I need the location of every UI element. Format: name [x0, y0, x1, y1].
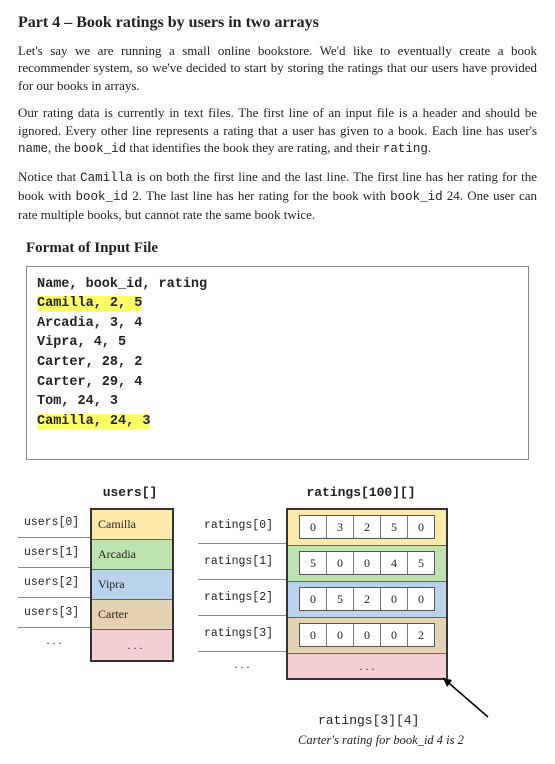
ellipsis: . . .	[198, 652, 286, 676]
users-index: users[0]	[18, 508, 90, 538]
ratings-row: 0 5 2 0 0	[288, 582, 446, 618]
file-line: Camilla, 24, 3	[37, 412, 518, 432]
format-heading: Format of Input File	[26, 238, 537, 258]
ratings-array: 0 3 2 5 0 5 0 0 4 5 0 5	[286, 508, 448, 680]
rating-cell: 2	[354, 588, 381, 610]
inline-code-camilla: Camilla	[80, 171, 133, 185]
highlight: Camilla, 2, 5	[37, 296, 142, 311]
ellipsis: . . .	[92, 630, 172, 660]
ratings-index-labels: ratings[0] ratings[1] ratings[2] ratings…	[198, 508, 286, 676]
intro-para-2: Our rating data is currently in text fil…	[18, 104, 537, 158]
input-file-box: Name, book_id, rating Camilla, 2, 5 Arca…	[26, 266, 529, 461]
file-line: Arcadia, 3, 4	[37, 314, 518, 334]
users-array-title: users[]	[90, 484, 170, 502]
callout-text: Carter's rating for book_id 4 is 2	[298, 732, 464, 749]
ratings-index: ratings[0]	[198, 508, 286, 544]
ratings-index: ratings[2]	[198, 580, 286, 616]
inline-code-rating: rating	[383, 142, 428, 156]
rating-cell: 5	[300, 552, 327, 574]
users-array: Camilla Arcadia Vipra Carter . . .	[90, 508, 174, 662]
rating-cell: 5	[327, 588, 354, 610]
users-index-labels: users[0] users[1] users[2] users[3] . . …	[18, 508, 90, 652]
inline-code-name: name	[18, 142, 48, 156]
inline-code-bookid: book_id	[76, 190, 129, 204]
users-index: users[3]	[18, 598, 90, 628]
file-line: Camilla, 2, 5	[37, 294, 518, 314]
file-line: Vipra, 4, 5	[37, 333, 518, 353]
callout-code: ratings[3][4]	[318, 712, 419, 730]
rating-cell: 4	[381, 552, 408, 574]
file-line-header: Name, book_id, rating	[37, 275, 518, 295]
rating-cell: 2	[408, 624, 434, 646]
page-title: Part 4 – Book ratings by users in two ar…	[18, 12, 537, 34]
rating-cell: 0	[354, 624, 381, 646]
inline-code-bookid: book_id	[390, 190, 443, 204]
ratings-index: ratings[1]	[198, 544, 286, 580]
highlight: Camilla, 24, 3	[37, 414, 150, 429]
rating-cell: 0	[408, 516, 434, 538]
text: Notice that	[18, 169, 80, 184]
rating-cell: 0	[300, 624, 327, 646]
users-cell: Carter	[92, 600, 172, 630]
rating-cell: 0	[354, 552, 381, 574]
inline-code-bookid: book_id	[74, 142, 127, 156]
rating-cell: 0	[381, 588, 408, 610]
text: .	[428, 140, 431, 155]
rating-cell: 0	[381, 624, 408, 646]
arrays-diagram: users[] ratings[100][] users[0] users[1]…	[18, 484, 537, 752]
rating-cell: 0	[327, 624, 354, 646]
users-index: users[1]	[18, 538, 90, 568]
rating-cell: 0	[300, 516, 327, 538]
text: 2. The last line has her rating for the …	[128, 188, 390, 203]
intro-para-3: Notice that Camilla is on both the first…	[18, 168, 537, 223]
users-cell: Vipra	[92, 570, 172, 600]
users-index: users[2]	[18, 568, 90, 598]
file-line: Carter, 29, 4	[37, 373, 518, 393]
users-cell: Arcadia	[92, 540, 172, 570]
intro-para-1: Let's say we are running a small online …	[18, 42, 537, 95]
rating-cell: 0	[408, 588, 434, 610]
ellipsis: . . .	[18, 628, 90, 652]
text: that identifies the book they are rating…	[126, 140, 383, 155]
rating-cell: 0	[300, 588, 327, 610]
ratings-row: 5 0 0 4 5	[288, 546, 446, 582]
rating-cell: 2	[354, 516, 381, 538]
file-line: Tom, 24, 3	[37, 392, 518, 412]
users-cell: Camilla	[92, 510, 172, 540]
ratings-array-title: ratings[100][]	[282, 484, 440, 502]
ratings-index: ratings[3]	[198, 616, 286, 652]
rating-cell: 5	[408, 552, 434, 574]
ratings-row: 0 0 0 0 2	[288, 618, 446, 654]
rating-cell: 5	[381, 516, 408, 538]
file-line: Carter, 28, 2	[37, 353, 518, 373]
rating-cell: 0	[327, 552, 354, 574]
rating-cell: 3	[327, 516, 354, 538]
text: Our rating data is currently in text fil…	[18, 105, 537, 138]
text: , the	[48, 140, 74, 155]
ratings-row: 0 3 2 5 0	[288, 510, 446, 546]
